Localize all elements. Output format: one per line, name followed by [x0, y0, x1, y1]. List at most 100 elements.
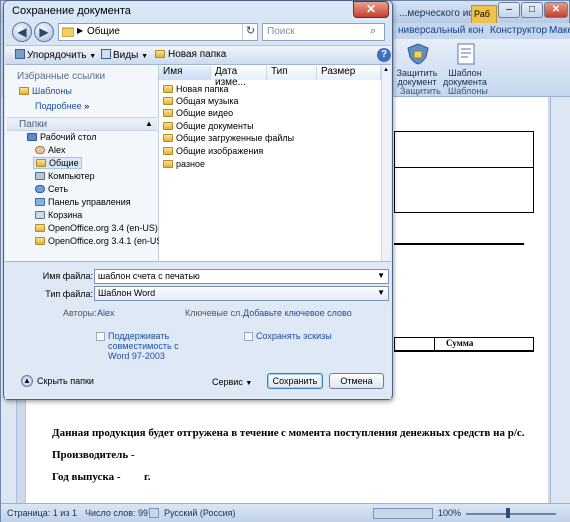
more-label: Подробнее [35, 101, 82, 111]
tree-item-computer[interactable]: Компьютер [35, 171, 95, 181]
tree-label: OpenOffice.org 3.4.1 (en-US) In [48, 236, 176, 246]
view-buttons[interactable] [373, 508, 433, 519]
chevron-down-icon[interactable]: ▼ [377, 288, 385, 297]
maximize-button[interactable]: □ [521, 2, 543, 18]
doc-table-col [434, 337, 435, 351]
folder-icon [163, 122, 173, 130]
tree-item-network[interactable]: Сеть [35, 184, 68, 194]
column-size[interactable]: Размер [317, 66, 381, 80]
column-name[interactable]: Имя [159, 66, 211, 80]
organize-button[interactable]: Упорядочить ▼ [15, 49, 96, 61]
address-bar[interactable]: ▶ Общие ▼ ↻ [58, 23, 294, 41]
authors-value[interactable]: Alex [97, 308, 115, 318]
file-item[interactable]: Новая папка [163, 84, 228, 94]
thumbnails-label[interactable]: Сохранять эскизы [256, 331, 356, 341]
column-type[interactable]: Тип [267, 66, 317, 80]
file-name: Общие загруженные файлы [176, 133, 295, 143]
folder-icon [61, 26, 75, 38]
column-date[interactable]: Дата изме... [211, 66, 267, 88]
more-link[interactable]: Подробнее » [35, 101, 89, 111]
folder-icon [163, 160, 173, 168]
back-icon[interactable]: ◀ [12, 22, 32, 42]
tree-item-recycle-bin[interactable]: Корзина [35, 210, 82, 220]
file-item[interactable]: разное [163, 159, 205, 169]
folders-header: Папки [19, 119, 48, 130]
filetype-select[interactable]: Шаблон Word ▼ [94, 286, 389, 301]
tree-label: Корзина [48, 210, 83, 220]
template-icon[interactable] [454, 43, 478, 65]
service-button[interactable]: Сервис ▼ [212, 377, 252, 387]
doc-line3: Год выпуска - [52, 471, 121, 483]
new-folder-button[interactable]: Новая папка [155, 49, 226, 60]
keywords-value[interactable]: Добавьте ключевое слово [243, 308, 352, 318]
search-input[interactable]: Поиск ⌕ [262, 23, 385, 41]
breadcrumb-path[interactable]: Общие [87, 26, 120, 37]
views-button[interactable]: Виды ▼ [101, 49, 148, 61]
file-item[interactable]: Общая музыка [163, 96, 238, 106]
chevron-down-icon[interactable]: ▼ [377, 271, 385, 280]
status-words[interactable]: Число слов: 99 [85, 508, 148, 518]
dialog-toolbar: Упорядочить ▼ Виды ▼ Новая папка ? [5, 45, 391, 65]
folders-header-bar[interactable]: Папки ▲ [7, 117, 157, 131]
chevron-right-icon: » [84, 101, 90, 111]
file-item[interactable]: Общие загруженные файлы [163, 133, 294, 143]
tree-item-control-panel[interactable]: Панель управления [35, 197, 131, 207]
protect-document-button[interactable]: Защитить документ [394, 69, 440, 87]
status-page[interactable]: Страница: 1 из 1 [7, 508, 77, 518]
search-placeholder: Поиск [267, 26, 295, 37]
search-icon[interactable]: ⌕ [370, 25, 376, 38]
shield-icon[interactable] [406, 43, 430, 65]
tab-layout[interactable]: Макет [549, 25, 570, 36]
file-list-scrollbar[interactable]: ▲ [381, 65, 391, 261]
file-item[interactable]: Общие изображения [163, 146, 263, 156]
context-tab[interactable]: Раб [471, 5, 497, 23]
cancel-button[interactable]: Отмена [329, 373, 384, 389]
tree-item-alex[interactable]: Alex [35, 145, 66, 155]
control-panel-icon [35, 198, 45, 206]
chevron-up-icon[interactable]: ▲ [21, 375, 33, 387]
group-templates-label: Шаблоны [448, 86, 488, 96]
save-button[interactable]: Сохранить [267, 373, 323, 389]
thumbnails-checkbox[interactable] [244, 332, 253, 341]
breadcrumb-arrow[interactable]: ▶ [77, 26, 83, 35]
word-close-button[interactable]: ✕ [544, 2, 568, 18]
network-icon [35, 185, 45, 193]
tree-item-openoffice-1[interactable]: OpenOffice.org 3.4 (en-US) Inst [35, 223, 175, 233]
hide-folders-button[interactable]: Скрыть папки [37, 376, 94, 386]
tree-label: Рабочий стол [40, 132, 97, 142]
navigation-pane: Избранные ссылки Шаблоны Подробнее » Пап… [5, 65, 175, 261]
desktop-icon [27, 133, 37, 141]
tree-label: Панель управления [48, 197, 131, 207]
help-icon[interactable]: ? [377, 48, 391, 62]
refresh-icon[interactable]: ↻ [242, 24, 258, 40]
filename-input[interactable]: шаблон счета с печатью ▼ [94, 269, 389, 284]
tree-item-desktop[interactable]: Рабочий стол [27, 132, 97, 142]
file-item[interactable]: Общие видео [163, 108, 233, 118]
file-name: Общая музыка [176, 96, 239, 106]
tab-designer[interactable]: Конструктор [490, 25, 547, 36]
file-list: Имя Дата изме... Тип Размер Новая папка … [159, 65, 391, 261]
video-folder-icon [163, 109, 173, 117]
forward-icon[interactable]: ▶ [34, 22, 54, 42]
status-zoom[interactable]: 100% [438, 508, 461, 518]
file-item[interactable]: Общие документы [163, 121, 254, 131]
vertical-scrollbar[interactable] [550, 97, 570, 503]
zoom-slider[interactable] [466, 513, 556, 515]
zoom-slider-thumb[interactable] [506, 508, 510, 518]
doc-line2: Производитель - [52, 449, 135, 461]
status-language[interactable]: Русский (Россия) [164, 508, 235, 518]
proofing-icon[interactable] [149, 508, 159, 518]
group-protect-label: Защитить [400, 86, 441, 96]
compatibility-label[interactable]: Поддерживать совместимость с Word 97-200… [108, 331, 188, 361]
tab-universal[interactable]: ниверсальный кон [398, 25, 484, 36]
compatibility-checkbox[interactable] [96, 332, 105, 341]
dialog-close-button[interactable]: ✕ [353, 1, 389, 18]
tree-item-openoffice-2[interactable]: OpenOffice.org 3.4.1 (en-US) In [35, 236, 175, 246]
filename-label: Имя файла: [42, 271, 93, 281]
favorite-templates[interactable]: Шаблоны [19, 86, 72, 96]
folder-icon [163, 85, 173, 93]
tree-item-shared[interactable]: Общие [33, 157, 82, 169]
document-template-button[interactable]: Шаблон документа [442, 69, 488, 87]
minimize-button[interactable]: – [498, 2, 520, 18]
scroll-up-icon[interactable]: ▲ [383, 67, 389, 73]
